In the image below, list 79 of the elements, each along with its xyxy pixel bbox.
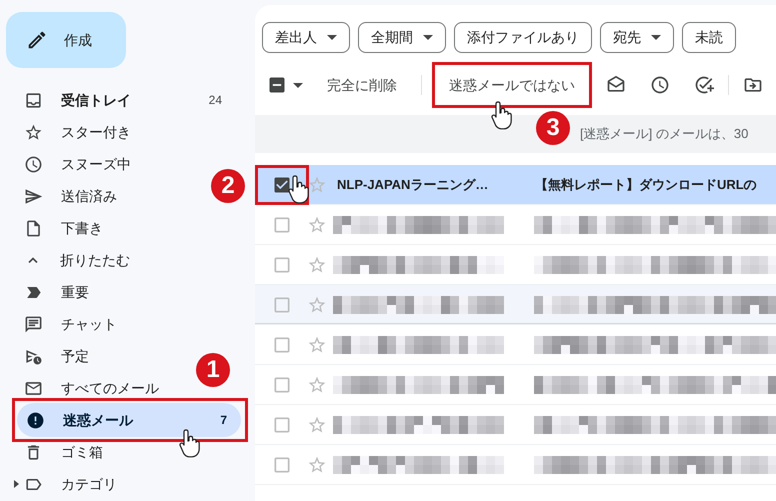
- sidebar-item[interactable]: 受信トレイ 24: [0, 90, 238, 110]
- sidebar-label: 予定: [61, 346, 89, 366]
- pointer-hand-icon: [178, 428, 202, 458]
- sidebar-item[interactable]: 迷惑メール 7: [17, 403, 241, 437]
- dropdown-caret-icon: [293, 82, 303, 88]
- sidebar-item[interactable]: スヌーズ中: [0, 154, 135, 174]
- add-task-icon[interactable]: [694, 75, 714, 95]
- sidebar-item[interactable]: 送信済み: [0, 186, 121, 206]
- message-row[interactable]: [255, 285, 776, 325]
- compose-button[interactable]: 作成: [6, 12, 126, 68]
- sidebar-item[interactable]: すべてのメール: [0, 378, 163, 398]
- checkbox[interactable]: [272, 414, 292, 434]
- checkbox[interactable]: [272, 374, 292, 394]
- filter-chip[interactable]: 未読: [682, 22, 736, 53]
- inbox-icon: [24, 90, 43, 110]
- pointer-hand-icon: [287, 174, 311, 204]
- clock-icon: [24, 154, 43, 174]
- sidebar-item[interactable]: チャット: [0, 314, 121, 334]
- clock-icon[interactable]: [650, 75, 670, 95]
- sidebar-item[interactable]: カテゴリ: [0, 474, 121, 494]
- sidebar-item[interactable]: 下書き: [0, 218, 107, 238]
- dropdown-caret-icon: [651, 35, 661, 40]
- banner-text: [迷惑メール] のメールは、30: [580, 125, 748, 144]
- send-icon: [24, 186, 43, 206]
- filter-chip[interactable]: 全期間: [358, 22, 446, 53]
- message-row[interactable]: NLP-JAPANラーニング… 【無料レポート】ダウンロードURLの: [255, 165, 776, 205]
- chat-icon: [24, 314, 43, 334]
- expand-arrow-icon[interactable]: [14, 480, 19, 488]
- sidebar-item[interactable]: スター付き: [0, 122, 135, 142]
- star-icon[interactable]: [307, 374, 327, 394]
- document-icon: [24, 218, 43, 238]
- star-icon[interactable]: [307, 294, 327, 314]
- checkbox[interactable]: [272, 254, 292, 274]
- sender-name: NLP-JAPANラーニング…: [337, 176, 490, 194]
- star-icon[interactable]: [307, 214, 327, 234]
- sidebar-label: カテゴリ: [61, 474, 117, 494]
- checkbox[interactable]: [272, 454, 292, 474]
- sidebar-label: 重要: [61, 282, 89, 302]
- star-icon[interactable]: [307, 254, 327, 274]
- pencil-icon: [26, 29, 48, 51]
- checkbox[interactable]: [272, 294, 292, 314]
- star-icon[interactable]: [307, 454, 327, 474]
- unread-count: 7: [220, 412, 227, 429]
- sidebar-label: スター付き: [61, 122, 131, 142]
- star-icon[interactable]: [307, 334, 327, 354]
- dropdown-caret-icon: [423, 35, 433, 40]
- sidebar-label: 受信トレイ: [61, 90, 132, 110]
- step-badge: 1: [196, 353, 230, 387]
- checkbox[interactable]: [272, 174, 292, 194]
- sidebar-label: 送信済み: [61, 186, 117, 206]
- checkbox[interactable]: [272, 334, 292, 354]
- chevron-up-icon: [28, 257, 38, 263]
- sidebar-label: 迷惑メール: [63, 410, 134, 430]
- pointer-hand-icon: [490, 100, 514, 130]
- partial-checkbox-icon[interactable]: [267, 75, 287, 95]
- unread-count: 24: [208, 92, 222, 109]
- filter-chip[interactable]: 宛先: [600, 22, 674, 53]
- sidebar-label: ゴミ箱: [61, 442, 103, 462]
- sidebar-label: 折りたたむ: [60, 250, 130, 270]
- dropdown-caret-icon: [327, 35, 337, 40]
- filter-chip[interactable]: 差出人: [262, 22, 350, 53]
- subject-text: 【無料レポート】ダウンロードURLの: [535, 176, 757, 194]
- sidebar-label: スヌーズ中: [61, 154, 131, 174]
- delete-forever-button[interactable]: 完全に削除: [323, 69, 401, 101]
- sidebar-item[interactable]: 折りたたむ: [0, 250, 134, 270]
- alert-icon: [26, 410, 45, 430]
- sidebar-item[interactable]: 重要: [0, 282, 93, 302]
- checkbox[interactable]: [272, 214, 292, 234]
- step-badge: 2: [211, 169, 245, 203]
- sidebar-label: 下書き: [61, 218, 103, 238]
- sidebar-label: すべてのメール: [61, 378, 159, 398]
- star-icon: [24, 122, 43, 142]
- sidebar-item[interactable]: ゴミ箱: [0, 442, 107, 462]
- star-icon[interactable]: [307, 174, 327, 194]
- sidebar-item[interactable]: 予定: [0, 346, 93, 366]
- star-icon[interactable]: [307, 414, 327, 434]
- sidebar-label: チャット: [61, 314, 117, 334]
- filter-chip[interactable]: 添付ファイルあり: [454, 22, 592, 53]
- not-spam-button[interactable]: 迷惑メールではない: [435, 67, 589, 103]
